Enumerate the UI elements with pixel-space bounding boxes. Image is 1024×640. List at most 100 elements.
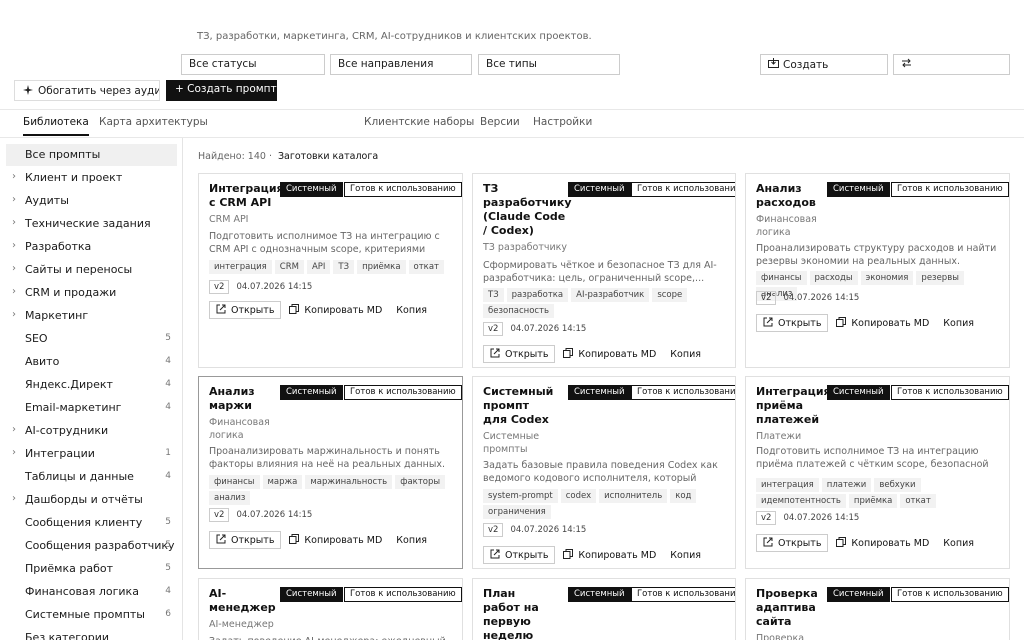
create-button[interactable]: Создать	[760, 54, 888, 75]
sidebar-item[interactable]: › Клиент и проект	[6, 167, 177, 189]
external-link-icon	[216, 304, 227, 314]
copy-md-button[interactable]: Копировать MD	[828, 535, 937, 551]
open-button[interactable]: Открыть	[756, 314, 829, 332]
tag[interactable]: system-prompt	[483, 489, 558, 503]
sidebar-item[interactable]: Без категории	[6, 627, 177, 640]
tab-library[interactable]: Библиотека	[23, 116, 89, 136]
tag[interactable]: ограничения	[483, 505, 551, 519]
sidebar-item[interactable]: Сообщения клиенту 5	[6, 512, 177, 534]
tag[interactable]: безопасность	[483, 304, 555, 318]
sidebar-item[interactable]: Сообщения разработчику 5	[6, 535, 177, 557]
sidebar-item[interactable]: › Сайты и переносы	[6, 259, 177, 281]
tag[interactable]: CRM	[274, 260, 304, 274]
copy-md-button[interactable]: Копировать MD	[555, 547, 664, 563]
tag[interactable]: идемпотентность	[756, 494, 846, 508]
sidebar-item[interactable]: Таблицы и данные 4	[6, 466, 177, 488]
tag[interactable]: резервы	[916, 271, 964, 285]
open-button[interactable]: Открыть	[483, 345, 556, 363]
sidebar-item[interactable]: Финансовая логика 4	[6, 581, 177, 603]
tab-versions[interactable]: Версии	[480, 116, 520, 128]
copy-md-button[interactable]: Копировать MD	[555, 346, 664, 362]
tag[interactable]: вебхуки	[874, 478, 921, 492]
tag[interactable]: AI-разработчик	[571, 288, 650, 302]
copy-md-button[interactable]: Копировать MD	[281, 532, 390, 548]
audit-button[interactable]: Обогатить через аудит	[14, 80, 160, 101]
sidebar-item[interactable]: Системные промпты 6	[6, 604, 177, 626]
duplicate-button[interactable]: Копия	[390, 303, 433, 318]
duplicate-button[interactable]: Копия	[937, 536, 980, 551]
sidebar-item[interactable]: › Разработка	[6, 236, 177, 258]
sidebar-item[interactable]: › Аудиты	[6, 190, 177, 212]
tag[interactable]: финансы	[209, 475, 260, 489]
prompt-card[interactable]: Анализ расходов Системный Готов к использов…	[745, 173, 1010, 368]
card-title: Анализ маржи	[209, 385, 255, 412]
open-button[interactable]: Открыть	[483, 546, 556, 564]
status-filter[interactable]: Все статусы	[181, 54, 325, 75]
tag[interactable]: маржинальность	[305, 475, 393, 489]
tag[interactable]: платежи	[821, 478, 872, 492]
card-description: Проанализировать структуру расходов и на…	[756, 243, 997, 267]
sidebar-item[interactable]: › Интеграции 1	[6, 443, 177, 465]
tag[interactable]: приёмка	[357, 260, 406, 274]
prompt-card[interactable]: Интеграция с CRM API Системный Готов к испо…	[198, 173, 463, 368]
tag[interactable]: исполнитель	[599, 489, 668, 503]
tag[interactable]: анализ	[209, 491, 251, 505]
prompt-card[interactable]: Анализ маржи Системный Готов к использовани…	[198, 376, 463, 569]
prompt-card[interactable]: ТЗ разработчику (Claude Code / Codex) Систем…	[472, 173, 736, 368]
create-prompt-button[interactable]: + Создать промпт	[166, 80, 277, 101]
duplicate-button[interactable]: Копия	[664, 347, 707, 362]
duplicate-button[interactable]: Копия	[664, 548, 707, 563]
sidebar-item[interactable]: SEO 5	[6, 328, 177, 350]
copy-md-button[interactable]: Копировать MD	[828, 315, 937, 331]
tag[interactable]: код	[670, 489, 697, 503]
tab-settings[interactable]: Настройки	[533, 116, 592, 128]
tag[interactable]: API	[306, 260, 331, 274]
tag[interactable]: маржа	[262, 475, 303, 489]
tag[interactable]: scope	[652, 288, 688, 302]
sidebar-item[interactable]: Яндекс.Директ 4	[6, 374, 177, 396]
type-filter[interactable]: Все типы	[478, 54, 620, 75]
sidebar-item[interactable]: › AI-сотрудники	[6, 420, 177, 442]
tag[interactable]: интеграция	[756, 478, 819, 492]
duplicate-button[interactable]: Копия	[937, 316, 980, 331]
tag[interactable]: ТЗ	[333, 260, 355, 274]
sort-button[interactable]	[893, 54, 1010, 75]
tag[interactable]: финансы	[756, 271, 807, 285]
tab-architecture[interactable]: Карта архитектуры	[99, 116, 208, 128]
tag[interactable]: приёмка	[848, 494, 898, 508]
open-button[interactable]: Открыть	[209, 531, 282, 549]
duplicate-button[interactable]: Копия	[390, 533, 433, 548]
sidebar-item[interactable]: Авито 4	[6, 351, 177, 373]
sidebar-item[interactable]: Приёмка работ 5	[6, 558, 177, 580]
tag[interactable]: интеграция	[209, 260, 272, 274]
chevron-right-icon: ›	[12, 424, 16, 435]
catalog-presets-link[interactable]: Заготовки каталога	[278, 151, 378, 162]
copy-md-button[interactable]: Копировать MD	[281, 302, 390, 318]
card-tags: интеграция CRM API ТЗ приёмка откат	[209, 260, 452, 276]
copy-icon	[289, 534, 300, 544]
open-button[interactable]: Открыть	[209, 301, 282, 319]
tag[interactable]: откат	[900, 494, 936, 508]
prompt-card[interactable]: План работ на первую неделю Системный Готов к…	[472, 578, 736, 640]
sidebar-item[interactable]: Все промпты	[6, 144, 177, 166]
tag[interactable]: codex	[560, 489, 597, 503]
tag[interactable]: расходы	[809, 271, 858, 285]
sidebar-item[interactable]: › CRM и продажи	[6, 282, 177, 304]
prompt-card[interactable]: Интеграция приёма платежей Системный Готов к…	[745, 376, 1010, 569]
tab-client-sets[interactable]: Клиентские наборы	[364, 116, 474, 128]
tag[interactable]: ТЗ	[483, 288, 504, 302]
page-subtitle: ТЗ, разработки, маркетинга, CRM, AI-сотр…	[197, 31, 592, 42]
prompt-card[interactable]: AI-менеджер Системный Готов к использовани…	[198, 578, 463, 640]
open-button[interactable]: Открыть	[756, 534, 829, 552]
sidebar-item[interactable]: › Дашборды и отчёты	[6, 489, 177, 511]
tag[interactable]: разработка	[506, 288, 569, 302]
sidebar-item[interactable]: › Маркетинг	[6, 305, 177, 327]
tag[interactable]: факторы	[395, 475, 446, 489]
sidebar-item[interactable]: › Технические задания	[6, 213, 177, 235]
prompt-card[interactable]: Системный промпт для Codex Системный Готов к…	[472, 376, 736, 569]
tag[interactable]: откат	[408, 260, 444, 274]
sidebar-item[interactable]: Email-маркетинг 4	[6, 397, 177, 419]
tag[interactable]: экономия	[860, 271, 914, 285]
direction-filter[interactable]: Все направления	[330, 54, 472, 75]
prompt-card[interactable]: Проверка адаптива сайта Системный Готов к ис…	[745, 578, 1010, 640]
